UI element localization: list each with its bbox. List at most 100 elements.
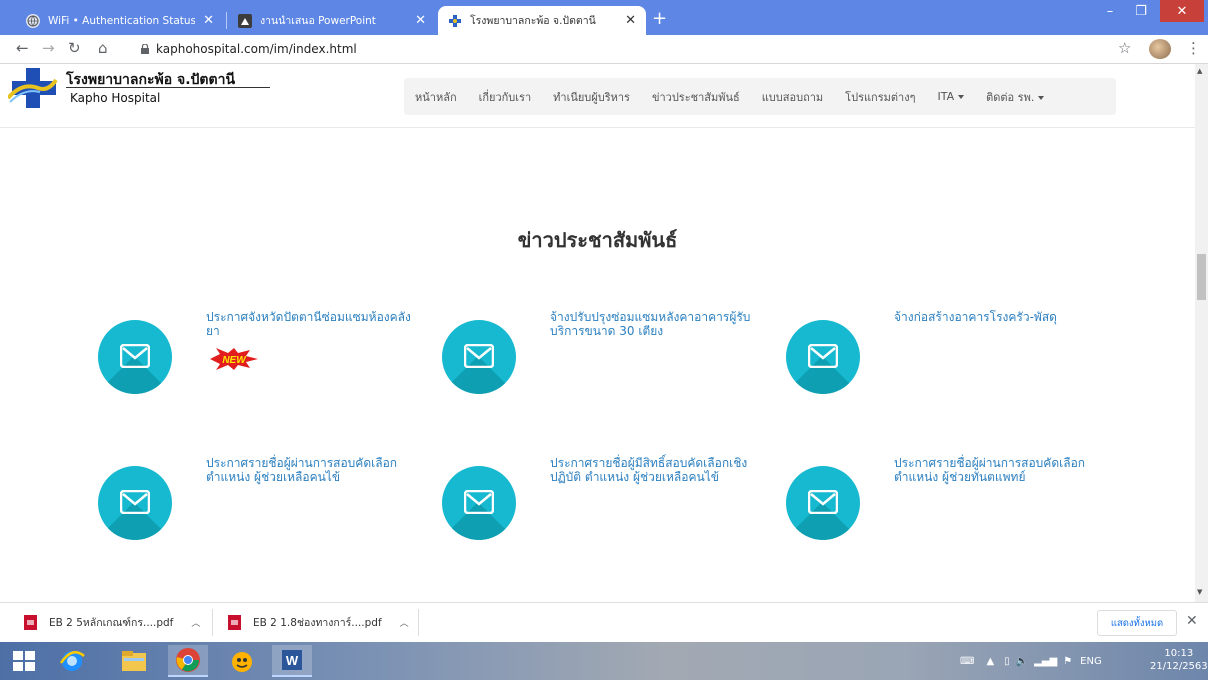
flag-icon[interactable]: ⚑ — [1063, 656, 1072, 667]
input-language[interactable]: ENG — [1080, 656, 1102, 667]
scrollbar-thumb[interactable] — [1197, 254, 1206, 300]
file-explorer-icon[interactable] — [114, 645, 154, 677]
taskbar-clock[interactable]: 10:13 21/12/2563 — [1150, 647, 1208, 673]
nav-programs[interactable]: โปรแกรมต่างๆ — [834, 88, 926, 106]
network-icon[interactable]: ▂▄▆ — [1034, 656, 1057, 667]
nav-executives[interactable]: ทำเนียบผู้บริหาร — [542, 88, 641, 106]
tab-title: WiFi • Authentication Status — [48, 14, 196, 27]
site-header: โรงพยาบาลกะพ้อ จ.ปัตตานี Kapho Hospital … — [0, 64, 1195, 128]
envelope-icon[interactable] — [786, 466, 860, 540]
news-link[interactable]: ประกาศรายชื่อผู้ผ่านการสอบคัดเลือก ตำแหน… — [206, 456, 421, 484]
forward-icon[interactable]: → — [42, 39, 55, 57]
globe-icon — [26, 13, 40, 28]
download-filename: EB 2 5หลักเกณฑ์กร....pdf — [49, 617, 174, 629]
divider — [418, 609, 419, 636]
windows-taskbar: W ⌨ ▲ ▯ 🔈 ▂▄▆ ⚑ ENG 10:13 21/12/2563 — [0, 642, 1208, 680]
envelope-icon[interactable] — [786, 320, 860, 394]
news-link[interactable]: ประกาศรายชื่อผู้ผ่านการสอบคัดเลือก ตำแหน… — [894, 456, 1109, 484]
tab-kapho-hospital[interactable]: โรงพยาบาลกะพ้อ จ.ปัตตานี ✕ — [438, 6, 646, 35]
scroll-down-icon[interactable]: ▼ — [1197, 588, 1202, 596]
tab-wifi-status[interactable]: WiFi • Authentication Status ✕ — [16, 6, 224, 35]
word-icon[interactable]: W — [272, 645, 312, 677]
news-item[interactable]: ประกาศจังหวัดปัตตานีซ่อมแซมห้องคลังยา NE… — [98, 310, 418, 420]
minimize-icon[interactable]: – — [1096, 0, 1124, 22]
avatar[interactable] — [1149, 39, 1171, 59]
nav-contact-dropdown[interactable]: ติดต่อ รพ. — [975, 88, 1055, 106]
window-close-icon[interactable]: ✕ — [1160, 0, 1204, 22]
chevron-up-icon[interactable]: ︿ — [191, 616, 200, 629]
nav-ita-dropdown[interactable]: ITA — [926, 90, 975, 103]
back-icon[interactable]: ← — [16, 39, 29, 57]
powerpoint-icon — [238, 13, 252, 28]
volume-icon[interactable]: 🔈 — [1016, 656, 1028, 667]
show-hidden-icons-icon[interactable]: ▲ — [986, 656, 994, 667]
browser-menu-icon[interactable]: ⋮ — [1186, 39, 1201, 57]
system-tray: ⌨ ▲ ▯ 🔈 ▂▄▆ ⚑ ENG — [960, 642, 1102, 680]
tab-divider — [226, 12, 227, 29]
envelope-icon[interactable] — [442, 320, 516, 394]
news-item[interactable]: จ้างปรับปรุงซ่อมแซมหลังคาอาคารผู้รับบริก… — [442, 310, 762, 420]
url-field[interactable]: kaphohospital.com/im/index.html — [156, 42, 357, 56]
download-bar: EB 2 5หลักเกณฑ์กร....pdf ︿ EB 2 1.8ช่องท… — [0, 602, 1208, 642]
download-item[interactable]: EB 2 1.8ช่องทางการ์....pdf ︿ — [228, 614, 409, 631]
tab-close-icon[interactable]: ✕ — [203, 13, 214, 28]
tab-title: โรงพยาบาลกะพ้อ จ.ปัตตานี — [470, 15, 596, 27]
divider — [66, 87, 270, 88]
clock-time: 10:13 — [1164, 648, 1194, 659]
tab-powerpoint[interactable]: งานนำเสนอ PowerPoint ✕ — [228, 6, 436, 35]
pdf-file-icon — [228, 615, 241, 630]
news-link[interactable]: จ้างก่อสร้างอาคารโรงครัว-พัสดุ — [894, 310, 1109, 324]
news-item[interactable]: ประกาศรายชื่อผู้มีสิทธิ์สอบคัดเลือกเชิงป… — [442, 456, 762, 566]
download-filename: EB 2 1.8ช่องทางการ์....pdf — [253, 617, 382, 629]
vertical-scrollbar[interactable]: ▲ ▼ — [1195, 64, 1208, 602]
envelope-icon[interactable] — [442, 466, 516, 540]
envelope-icon[interactable] — [98, 320, 172, 394]
news-item[interactable]: ประกาศรายชื่อผู้ผ่านการสอบคัดเลือก ตำแหน… — [786, 456, 1106, 566]
section-title: ข่าวประชาสัมพันธ์ — [517, 228, 678, 252]
envelope-icon[interactable] — [98, 466, 172, 540]
new-badge-icon: NEW — [210, 348, 258, 370]
nav-news[interactable]: ข่าวประชาสัมพันธ์ — [641, 88, 751, 106]
hospital-cross-icon — [448, 14, 462, 28]
app-sun-icon[interactable] — [222, 645, 262, 677]
clock-date: 21/12/2563 — [1150, 661, 1208, 672]
news-link[interactable]: ประกาศจังหวัดปัตตานีซ่อมแซมห้องคลังยา — [206, 310, 421, 338]
internet-explorer-icon[interactable] — [52, 645, 92, 677]
home-icon[interactable]: ⌂ — [98, 39, 108, 57]
divider — [212, 609, 213, 636]
svg-text:NEW: NEW — [222, 355, 247, 366]
nav-about[interactable]: เกี่ยวกับเรา — [468, 88, 543, 106]
web-page: โรงพยาบาลกะพ้อ จ.ปัตตานี Kapho Hospital … — [0, 64, 1195, 602]
reload-icon[interactable]: ↻ — [68, 39, 81, 57]
hospital-logo[interactable] — [8, 68, 60, 108]
battery-icon[interactable]: ▯ — [1004, 656, 1010, 667]
new-tab-button[interactable]: + — [652, 8, 667, 29]
svg-text:W: W — [286, 653, 299, 668]
chevron-up-icon[interactable]: ︿ — [400, 616, 409, 629]
news-link[interactable]: จ้างปรับปรุงซ่อมแซมหลังคาอาคารผู้รับบริก… — [550, 310, 765, 338]
tab-title: งานนำเสนอ PowerPoint — [260, 15, 376, 27]
lock-icon — [141, 44, 149, 54]
close-icon[interactable]: ✕ — [1186, 613, 1198, 629]
bookmark-star-icon[interactable]: ☆ — [1118, 39, 1131, 57]
browser-tab-strip: WiFi • Authentication Status ✕ งานนำเสนอ… — [0, 0, 1208, 35]
nav-home[interactable]: หน้าหลัก — [404, 88, 468, 106]
pdf-file-icon — [24, 615, 37, 630]
news-item[interactable]: ประกาศรายชื่อผู้ผ่านการสอบคัดเลือก ตำแหน… — [98, 456, 418, 566]
tab-close-icon[interactable]: ✕ — [625, 13, 636, 28]
windows-start-icon[interactable] — [4, 645, 44, 677]
chrome-icon[interactable] — [168, 645, 208, 677]
caret-down-icon — [1038, 95, 1045, 100]
show-all-downloads-button[interactable]: แสดงทั้งหมด — [1097, 610, 1177, 636]
keyboard-icon[interactable]: ⌨ — [960, 656, 974, 667]
scroll-up-icon[interactable]: ▲ — [1197, 67, 1202, 75]
news-item[interactable]: จ้างก่อสร้างอาคารโรงครัว-พัสดุ — [786, 310, 1106, 420]
site-name-english: Kapho Hospital — [70, 91, 161, 105]
restore-icon[interactable]: ❐ — [1126, 0, 1156, 22]
main-navigation: หน้าหลัก เกี่ยวกับเรา ทำเนียบผู้บริหาร ข… — [404, 78, 1116, 115]
tab-close-icon[interactable]: ✕ — [415, 13, 426, 28]
caret-down-icon — [958, 95, 965, 99]
download-item[interactable]: EB 2 5หลักเกณฑ์กร....pdf ︿ — [24, 614, 200, 631]
nav-survey[interactable]: แบบสอบถาม — [751, 88, 834, 106]
news-link[interactable]: ประกาศรายชื่อผู้มีสิทธิ์สอบคัดเลือกเชิงป… — [550, 456, 765, 484]
